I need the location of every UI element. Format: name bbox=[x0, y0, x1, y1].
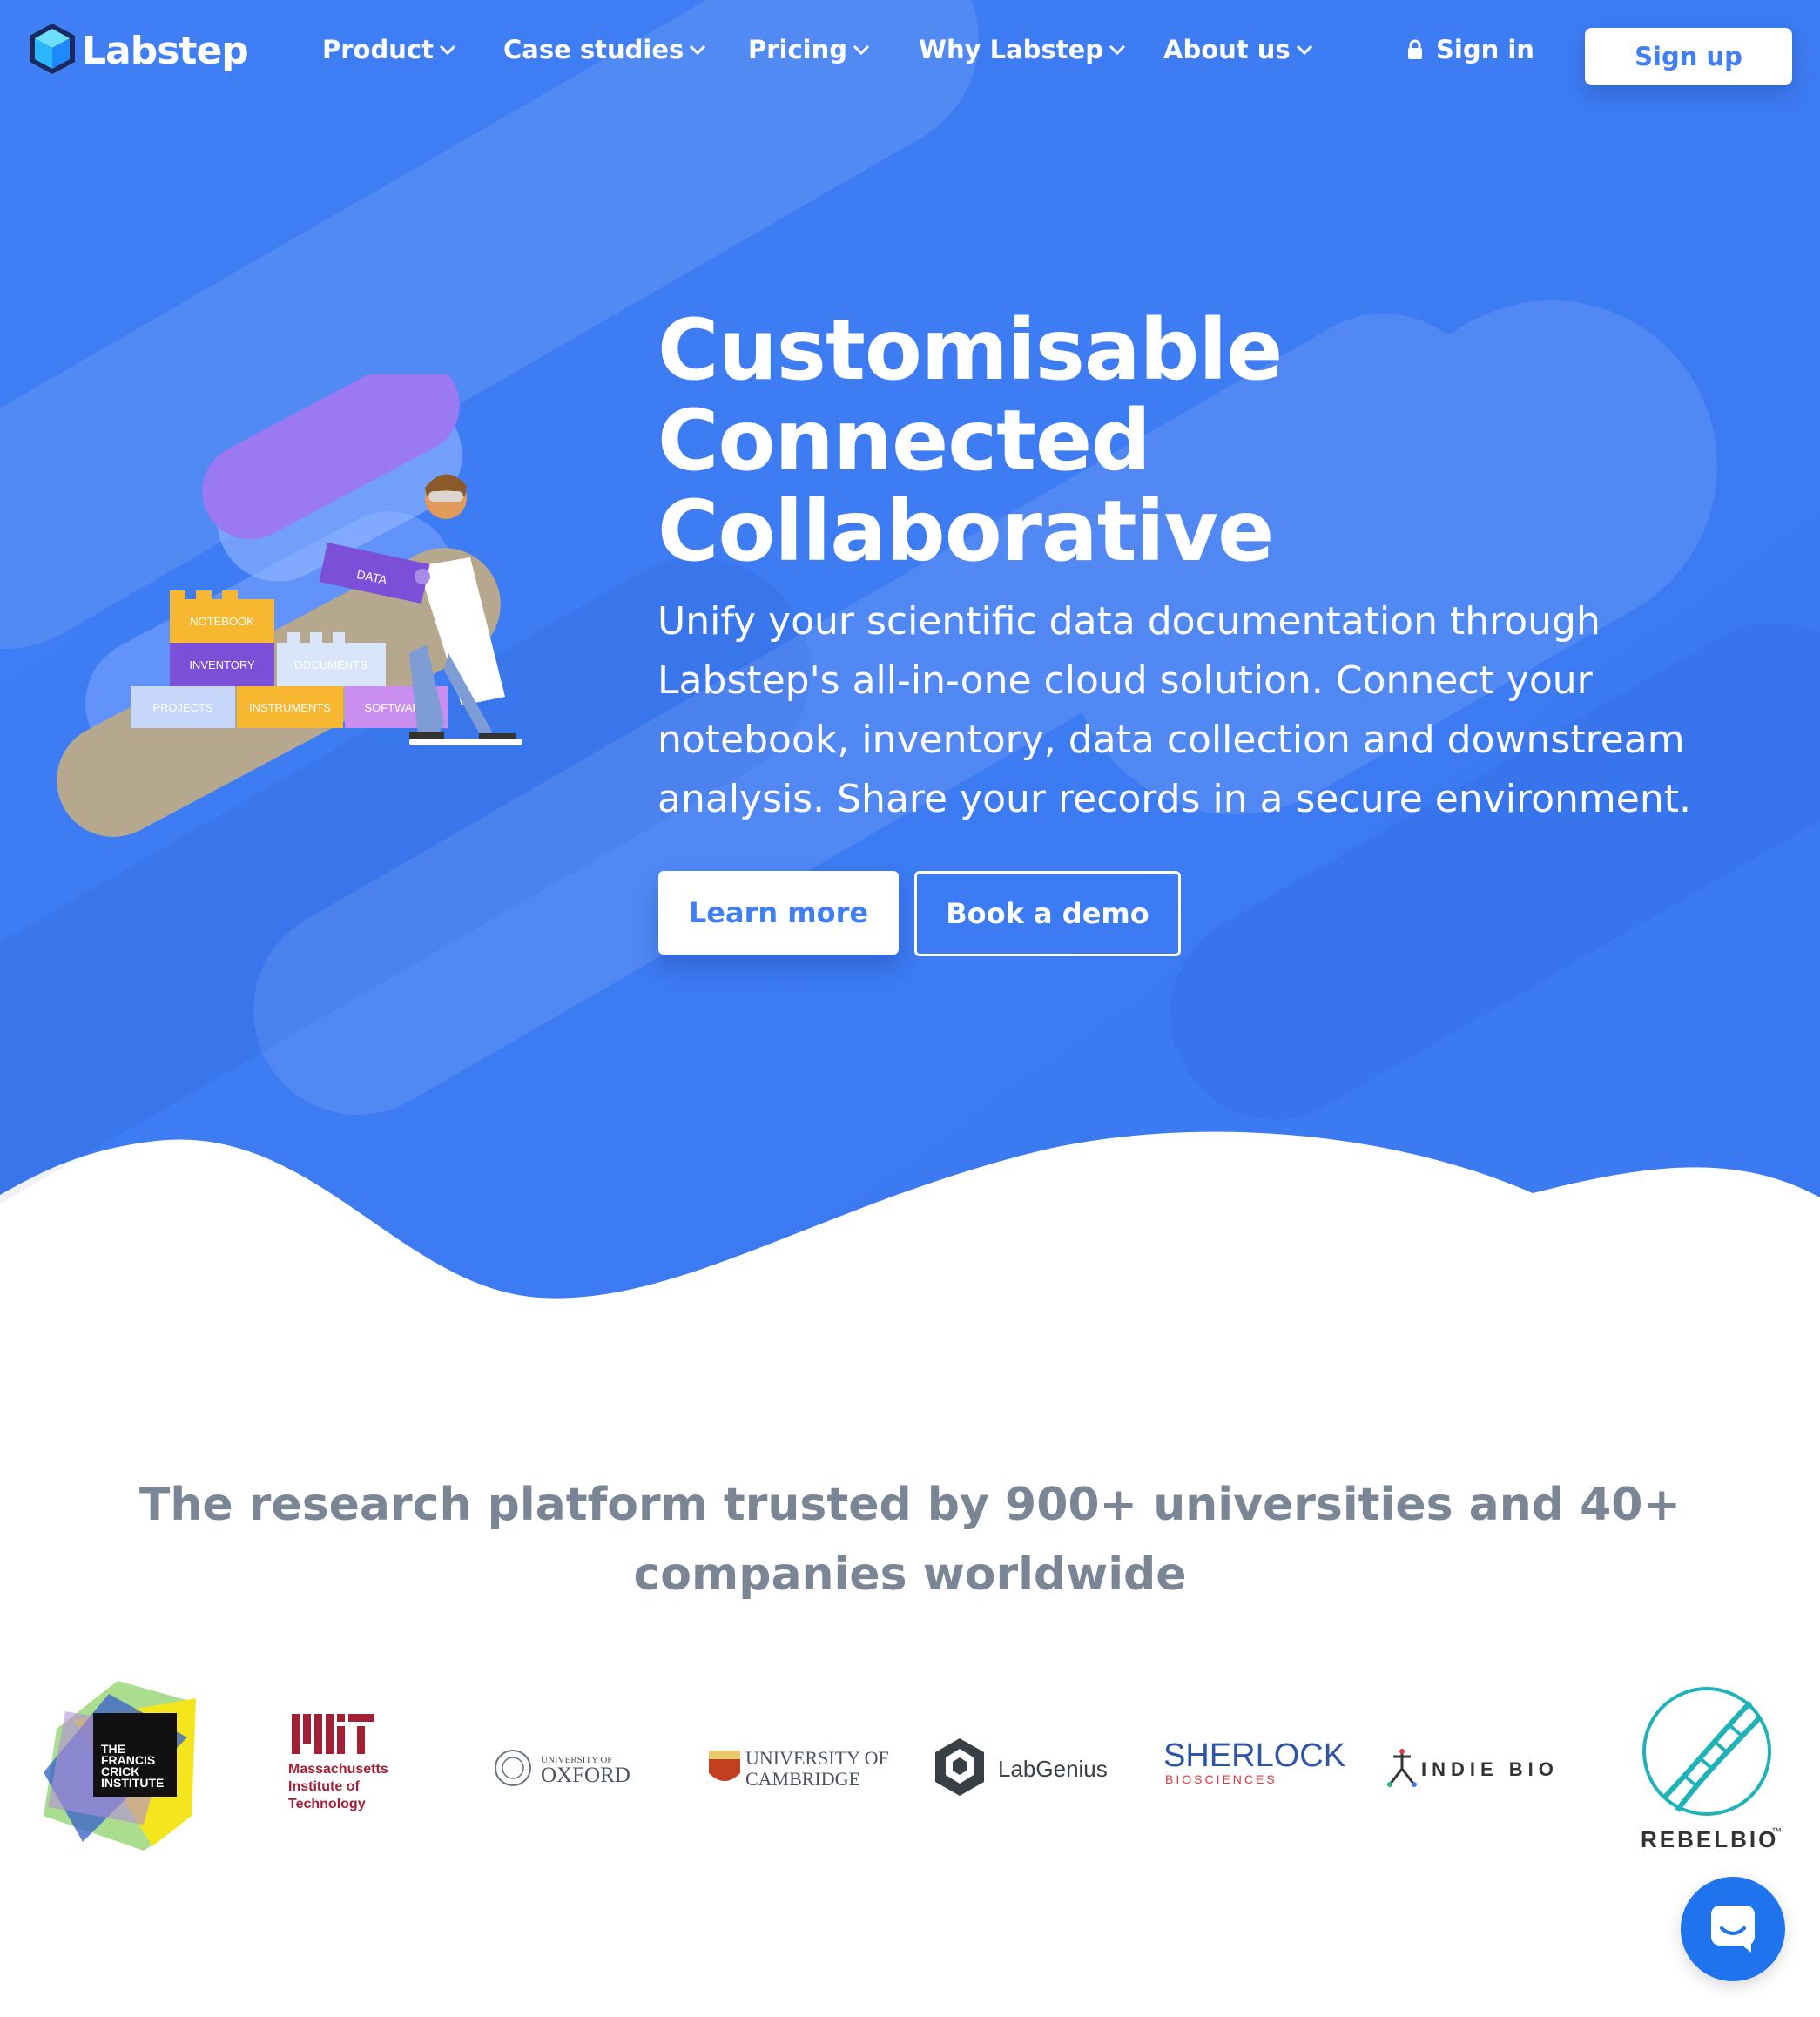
mit-text: Massachusetts bbox=[288, 1762, 388, 1777]
hero-subtext: Unify your scientific data documentation… bbox=[657, 599, 1691, 821]
headline-line: Connected bbox=[657, 392, 1151, 489]
nav-product[interactable]: Product bbox=[322, 35, 456, 64]
labstep-logo[interactable]: Labstep bbox=[28, 22, 249, 79]
chevron-down-icon bbox=[1296, 44, 1313, 56]
sherlock-sub-text: BIOSCIENCES bbox=[1165, 1772, 1277, 1786]
mit-text: Technology bbox=[288, 1797, 366, 1811]
crick-text: INSTITUTE bbox=[101, 1776, 164, 1790]
sign-in-link[interactable]: Sign in bbox=[1406, 35, 1534, 64]
svg-text:Massachusetts Institute: Massachusetts Institute of Technology bbox=[288, 1762, 392, 1811]
lock-icon bbox=[1406, 39, 1424, 60]
chevron-down-icon bbox=[1109, 44, 1126, 56]
top-navigation: Labstep Product Case studies Pricing Why… bbox=[0, 0, 1820, 113]
hero-headline: Customisable Connected Collaborative bbox=[657, 301, 1283, 580]
nav-case-studies[interactable]: Case studies bbox=[503, 35, 706, 64]
rebelbio-text: REBELBIO bbox=[1641, 1826, 1778, 1852]
block-label: INSTRUMENTS bbox=[249, 701, 331, 714]
mit-text: Institute of bbox=[288, 1779, 360, 1794]
cambridge-text: CAMBRIDGE bbox=[745, 1768, 860, 1790]
headline-line: Collaborative bbox=[657, 482, 1274, 580]
labgenius-logo: LabGenius bbox=[932, 1733, 1119, 1803]
mit-logo: Massachusetts Institute of Technology bbox=[283, 1707, 405, 1820]
chat-icon bbox=[1708, 1902, 1758, 1956]
block-label: NOTEBOOK bbox=[190, 615, 254, 628]
svg-text:UNIVERSITY OF CAMBRIDGE: UNIVERSITY OF CAMBRIDGE bbox=[745, 1747, 893, 1790]
labgenius-text: LabGenius bbox=[998, 1756, 1108, 1782]
book-demo-button[interactable]: Book a demo bbox=[914, 871, 1181, 956]
chevron-down-icon bbox=[439, 44, 456, 56]
sign-up-button[interactable]: Sign up bbox=[1585, 28, 1792, 85]
francis-crick-logo: THE FRANCIS CRICK INSTITUTE bbox=[39, 1676, 205, 1851]
block-label: PROJECTS bbox=[152, 701, 213, 714]
nav-why-labstep[interactable]: Why Labstep bbox=[919, 35, 1126, 64]
cambridge-text: UNIVERSITY OF bbox=[745, 1747, 889, 1769]
headline-line: Customisable bbox=[657, 301, 1283, 399]
sherlock-text: SHERLOCK bbox=[1163, 1737, 1345, 1774]
chevron-down-icon bbox=[853, 44, 870, 56]
block-label: DOCUMENTS bbox=[294, 658, 367, 671]
sherlock-logo: SHERLOCK BIOSCIENCES bbox=[1158, 1733, 1350, 1794]
nav-about-us[interactable]: About us bbox=[1163, 35, 1313, 64]
chat-widget-button[interactable] bbox=[1681, 1877, 1785, 1981]
indiebio-logo: INDIE BIO bbox=[1385, 1746, 1576, 1790]
learn-more-button[interactable]: Learn more bbox=[658, 871, 899, 955]
block-label: INVENTORY bbox=[189, 658, 255, 671]
rebelbio-logo: REBELBIO ™ bbox=[1628, 1676, 1785, 1859]
oxford-big-text: OXFORD bbox=[541, 1764, 630, 1787]
chevron-down-icon bbox=[689, 44, 706, 56]
trusted-heading: The research platform trusted by 900+ un… bbox=[138, 1479, 1682, 1601]
rebelbio-tm: ™ bbox=[1771, 1825, 1782, 1838]
indiebio-text: INDIE BIO bbox=[1421, 1758, 1559, 1780]
nav-label: About us bbox=[1163, 35, 1291, 64]
hero-illustration: NOTEBOOK INVENTORY DOCUMENTS PROJECTS IN… bbox=[57, 374, 522, 837]
nav-label: Pricing bbox=[748, 35, 848, 64]
nav-label: Case studies bbox=[503, 35, 684, 64]
sign-in-label: Sign in bbox=[1436, 35, 1534, 64]
nav-label: Why Labstep bbox=[919, 35, 1103, 64]
oxford-logo: UNIVERSITY OF OXFORD bbox=[492, 1742, 649, 1794]
nav-label: Product bbox=[322, 35, 434, 64]
cambridge-logo: UNIVERSITY OF CAMBRIDGE bbox=[705, 1740, 897, 1796]
logo-text: Labstep bbox=[82, 28, 249, 73]
nav-pricing[interactable]: Pricing bbox=[748, 35, 870, 64]
labstep-cube-icon bbox=[28, 22, 77, 79]
